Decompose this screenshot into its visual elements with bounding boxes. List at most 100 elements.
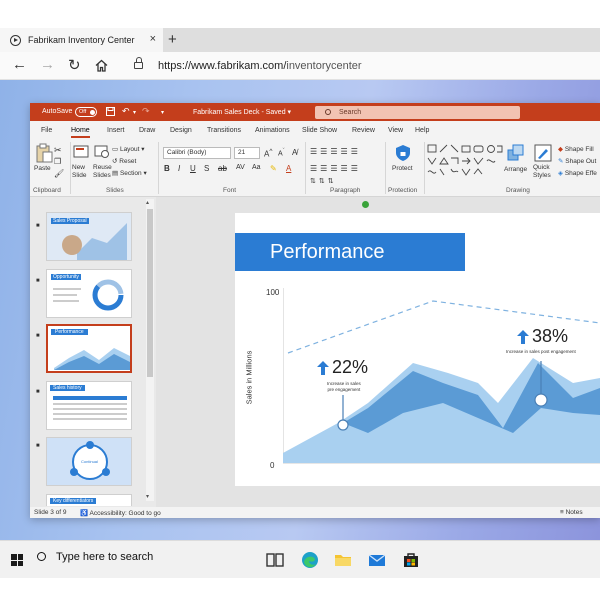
document-title[interactable]: Fabrikam Sales Deck - Saved ▾ xyxy=(193,108,291,116)
font-color-icon[interactable]: A xyxy=(286,164,291,173)
shrink-font-icon[interactable]: Aˇ xyxy=(278,148,285,157)
slide-thumbnail-3[interactable]: Performance xyxy=(46,324,132,373)
change-case-icon[interactable]: Aa xyxy=(252,164,261,171)
slide-thumbnail-1[interactable]: Sales Proposal xyxy=(46,212,132,261)
thumbnail-title: Opportunity xyxy=(51,274,81,280)
section-label: Section xyxy=(119,170,142,177)
arrange-icon[interactable] xyxy=(507,144,525,162)
redo-icon[interactable]: ↷ xyxy=(142,106,150,117)
store-icon[interactable] xyxy=(401,550,421,570)
section-button[interactable]: ▤ Section ▾ xyxy=(112,169,147,177)
reuse-slides-icon[interactable] xyxy=(94,144,110,160)
reset-button[interactable]: ↺ Reset xyxy=(112,157,136,165)
browser-tab[interactable]: Fabrikam Inventory Center × xyxy=(0,28,163,52)
tab-file[interactable]: File xyxy=(41,127,52,134)
clear-format-icon[interactable]: A̸ xyxy=(292,148,297,157)
shape-fill-button[interactable]: ◆ Shape Fill xyxy=(558,145,594,153)
current-slide[interactable]: Performance 100 0 Sales in Millions 22% … xyxy=(235,213,600,486)
up-arrow-icon xyxy=(317,361,329,375)
highlight-icon[interactable]: ✎ xyxy=(270,164,277,173)
y-axis-label: Sales in Millions xyxy=(244,350,254,405)
tab-home[interactable]: Home xyxy=(71,127,90,138)
grow-font-icon[interactable]: A^ xyxy=(264,148,272,159)
taskbar: Type here to search xyxy=(0,540,600,578)
thumbnail-scrollbar[interactable]: ▴ ▾ xyxy=(146,199,154,501)
taskbar-search[interactable]: Type here to search xyxy=(37,551,153,563)
mail-icon[interactable] xyxy=(367,550,387,570)
new-tab-button[interactable]: + xyxy=(168,31,177,48)
tab-view[interactable]: View xyxy=(388,127,403,134)
scroll-down-icon[interactable]: ▾ xyxy=(146,493,149,500)
text-direction-buttons[interactable]: ⇅⇅⇅ xyxy=(310,177,337,185)
scrollbar-thumb[interactable] xyxy=(147,209,153,377)
thumb-marker: ■ xyxy=(36,443,40,449)
forward-button[interactable]: → xyxy=(40,56,55,73)
undo-icon[interactable]: ↶ xyxy=(122,106,130,117)
slide-thumbnail-4[interactable]: Sales history xyxy=(46,381,132,430)
tab-transitions[interactable]: Transitions xyxy=(207,127,241,134)
thumbnail-title: Key differentiators xyxy=(50,498,97,504)
font-name-select[interactable]: Calibri (Body) xyxy=(163,147,231,159)
accessibility-status[interactable]: ♿ Accessibility: Good to go xyxy=(80,509,161,517)
slide-thumbnail-2[interactable]: Opportunity xyxy=(46,269,132,318)
tab-review[interactable]: Review xyxy=(352,127,375,134)
autosave-toggle[interactable]: Off xyxy=(75,107,97,117)
shape-effects-button[interactable]: ◈ Shape Effe xyxy=(558,169,597,177)
home-icon[interactable] xyxy=(95,59,108,72)
file-explorer-icon[interactable] xyxy=(333,550,353,570)
list-buttons[interactable]: ☰☰☰☰☰ xyxy=(310,147,361,156)
copy-icon[interactable]: ❐ xyxy=(54,157,61,166)
shape-outline-button[interactable]: ✎ Shape Out xyxy=(558,157,596,165)
italic-icon[interactable]: I xyxy=(178,164,180,173)
notes-icon: ≡ xyxy=(560,509,564,516)
notes-button[interactable]: ≡ Notes xyxy=(560,509,583,516)
underline-icon[interactable]: U xyxy=(190,164,196,173)
paste-icon[interactable] xyxy=(35,143,53,163)
format-painter-icon[interactable]: 🖌 xyxy=(54,169,64,178)
shapes-gallery[interactable] xyxy=(427,144,503,180)
windows-start-icon[interactable] xyxy=(11,554,23,566)
scroll-up-icon[interactable]: ▴ xyxy=(146,199,149,206)
strikethrough-icon[interactable]: ab xyxy=(218,164,227,173)
slide-thumbnail-5[interactable]: Continual xyxy=(46,437,132,486)
protect-icon[interactable] xyxy=(395,144,411,162)
rotate-handle-icon[interactable] xyxy=(362,201,369,208)
font-size-select[interactable]: 21 xyxy=(234,147,260,159)
slide-title[interactable]: Performance xyxy=(235,233,465,271)
tab-help[interactable]: Help xyxy=(415,127,429,134)
bold-icon[interactable]: B xyxy=(164,164,170,173)
new-slide-icon[interactable] xyxy=(73,144,89,160)
character-spacing-icon[interactable]: AV xyxy=(236,164,245,171)
edge-browser-icon[interactable] xyxy=(300,550,320,570)
address-bar[interactable]: https://www.fabrikam.com/inventorycenter xyxy=(158,60,362,72)
title-bar: AutoSave Off ↶ ▾ ↷ ▾ Fabrikam Sales Deck… xyxy=(30,103,600,121)
cut-icon[interactable]: ✂ xyxy=(54,145,62,156)
save-icon[interactable] xyxy=(106,107,115,116)
quick-styles-icon[interactable] xyxy=(534,144,552,162)
quick-styles-label: Quick Styles xyxy=(533,164,551,179)
tab-design[interactable]: Design xyxy=(170,127,192,134)
tab-draw[interactable]: Draw xyxy=(139,127,155,134)
accessibility-text: Accessibility: Good to go xyxy=(89,510,161,517)
shadow-icon[interactable]: S xyxy=(204,164,209,173)
slide-thumbnail-6[interactable]: Key differentiators xyxy=(46,494,132,506)
close-tab-icon[interactable]: × xyxy=(150,33,156,45)
refresh-button[interactable]: ↻ xyxy=(68,56,81,74)
layout-button[interactable]: ▭ Layout ▾ xyxy=(112,145,145,153)
shape-outline-label: Shape Out xyxy=(565,158,597,165)
browser-tabstrip: Fabrikam Inventory Center × + xyxy=(0,28,600,52)
ribbon-separator xyxy=(305,142,306,194)
lock-icon xyxy=(134,57,143,71)
back-button[interactable]: ← xyxy=(12,56,27,73)
task-view-icon[interactable] xyxy=(265,550,285,570)
ribbon-separator xyxy=(424,142,425,194)
align-buttons[interactable]: ☰☰☰☰☰ xyxy=(310,164,361,173)
group-paragraph: Paragraph xyxy=(330,187,361,194)
tab-insert[interactable]: Insert xyxy=(107,127,125,134)
tab-animations[interactable]: Animations xyxy=(255,127,290,134)
tab-slide-show[interactable]: Slide Show xyxy=(302,127,337,134)
undo-dropdown-icon[interactable]: ▾ xyxy=(133,109,136,116)
search-box[interactable]: Search xyxy=(315,106,520,119)
customize-qat-icon[interactable]: ▾ xyxy=(161,109,164,116)
donut-chart-thumb xyxy=(92,279,124,311)
